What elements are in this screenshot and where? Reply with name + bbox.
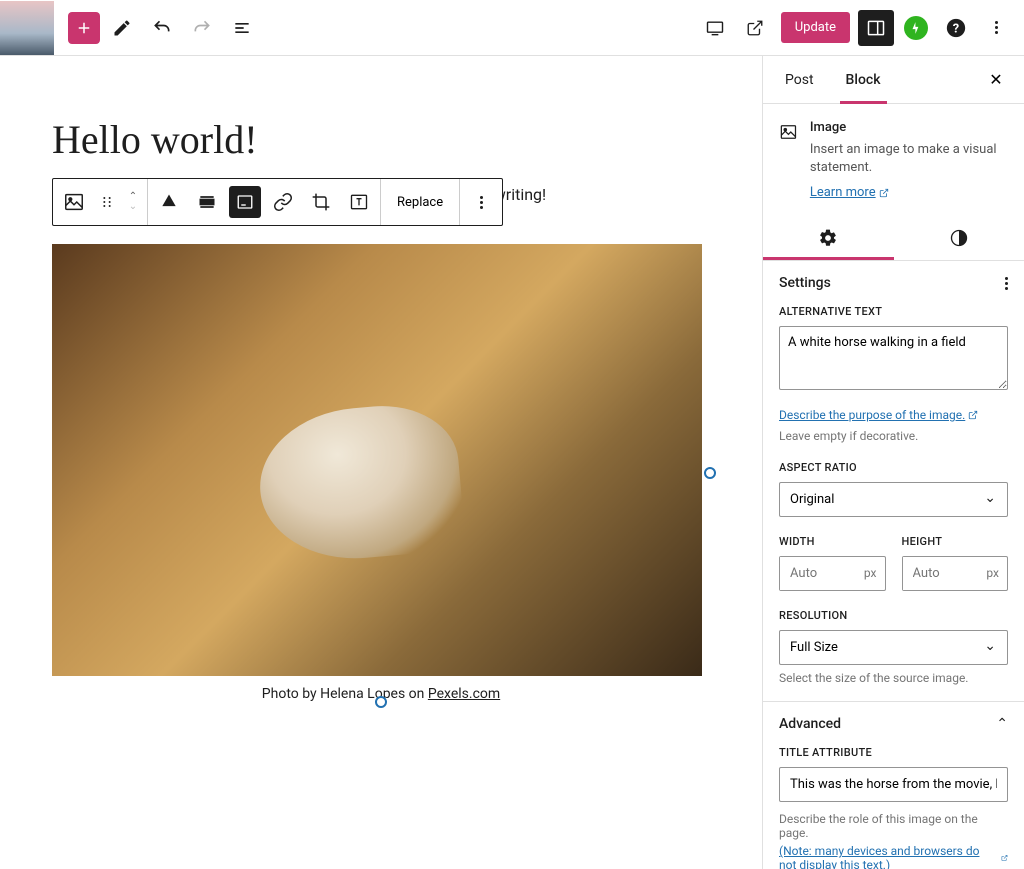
text-overlay-button[interactable] (340, 179, 378, 225)
title-attr-input[interactable] (779, 767, 1008, 802)
resolution-label: RESOLUTION (779, 609, 1008, 622)
width-unit: px (856, 557, 885, 590)
resize-handle-right[interactable] (704, 467, 716, 479)
inspector-subtabs (763, 216, 1024, 261)
block-more-button[interactable] (462, 179, 500, 225)
add-block-button[interactable] (68, 12, 100, 44)
advanced-panel-head[interactable]: Advanced ⌃ (763, 701, 1024, 746)
align-button[interactable] (150, 179, 188, 225)
move-arrows[interactable]: ⌃⌄ (121, 192, 145, 212)
resolution-help: Select the size of the source image. (779, 671, 1008, 685)
drag-handle[interactable] (93, 179, 121, 225)
block-type-button[interactable] (55, 179, 93, 225)
alt-text-input[interactable]: A white horse walking in a field (779, 326, 1008, 390)
tab-block[interactable]: Block (840, 56, 887, 104)
jetpack-button[interactable] (898, 10, 934, 46)
height-label: HEIGHT (902, 535, 1009, 548)
block-info: Image Insert an image to make a visual s… (763, 104, 1024, 216)
subtab-settings[interactable] (763, 216, 894, 260)
image-icon (779, 120, 798, 144)
settings-panel-head[interactable]: Settings (763, 261, 1024, 305)
aspect-ratio-label: ASPECT RATIO (779, 461, 1008, 474)
more-options-button[interactable] (978, 10, 1014, 46)
site-icon[interactable] (0, 1, 54, 55)
replace-button[interactable]: Replace (383, 179, 457, 225)
jetpack-icon (904, 16, 928, 40)
svg-text:?: ? (953, 21, 959, 36)
describe-purpose-link[interactable]: Describe the purpose of the image. (779, 408, 978, 422)
alt-text-help: Leave empty if decorative. (779, 429, 1008, 443)
more-icon (995, 21, 998, 34)
undo-button[interactable] (144, 10, 180, 46)
image-content[interactable] (52, 244, 702, 676)
title-attr-label: TITLE ATTRIBUTE (779, 746, 1008, 759)
link-button[interactable] (264, 179, 302, 225)
caption-button[interactable] (229, 186, 261, 218)
external-icon (1001, 853, 1008, 863)
view-button[interactable] (697, 10, 733, 46)
external-icon (968, 410, 978, 420)
external-icon (879, 188, 889, 198)
resize-handle-bottom[interactable] (375, 696, 387, 708)
settings-panel-toggle[interactable] (858, 10, 894, 46)
aspect-ratio-select[interactable]: Original (779, 482, 1008, 517)
panel-more-icon[interactable] (1005, 277, 1008, 290)
block-description: Insert an image to make a visual stateme… (810, 141, 1008, 177)
more-icon (480, 196, 483, 209)
width-label: WIDTH (779, 535, 886, 548)
close-sidebar-button[interactable]: ✕ (984, 68, 1008, 92)
settings-sidebar: Post Block ✕ Image Insert an image to ma… (762, 56, 1024, 869)
alt-text-label: ALTERNATIVE TEXT (779, 305, 1008, 318)
title-attr-help: Describe the role of this image on the p… (779, 812, 1008, 840)
align-wide-button[interactable] (188, 179, 226, 225)
preview-external-button[interactable] (737, 10, 773, 46)
image-block[interactable]: Photo by Helena Lopes on Pexels.com (52, 244, 710, 702)
resolution-select[interactable]: Full Size (779, 630, 1008, 665)
subtab-styles[interactable] (894, 216, 1024, 260)
tab-post[interactable]: Post (779, 56, 820, 104)
redo-button (184, 10, 220, 46)
caption-link[interactable]: Pexels.com (428, 686, 500, 702)
help-button[interactable]: ? (938, 10, 974, 46)
title-attr-note-link[interactable]: (Note: many devices and browsers do not … (779, 844, 1008, 869)
learn-more-link[interactable]: Learn more (810, 185, 889, 200)
chevron-up-icon: ⌃ (996, 716, 1008, 732)
document-overview-button[interactable] (224, 10, 260, 46)
top-toolbar: Update ? (0, 0, 1024, 56)
height-unit: px (978, 557, 1007, 590)
width-input[interactable] (780, 557, 856, 590)
height-input[interactable] (903, 557, 979, 590)
edit-mode-button[interactable] (104, 10, 140, 46)
post-title[interactable]: Hello world! (52, 116, 710, 163)
block-name: Image (810, 120, 1008, 135)
sidebar-tabs: Post Block ✕ (763, 56, 1024, 104)
styles-icon (949, 228, 969, 248)
block-toolbar: ⌃⌄ Replace (52, 178, 503, 226)
gear-icon (818, 228, 838, 248)
crop-button[interactable] (302, 179, 340, 225)
update-button[interactable]: Update (781, 12, 850, 43)
